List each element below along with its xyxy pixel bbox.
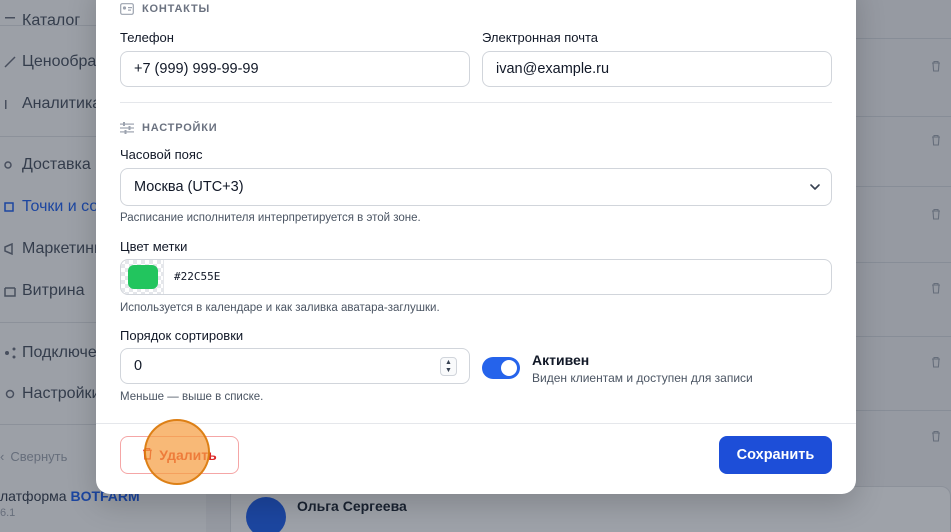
section-divider: [120, 102, 832, 103]
active-label: Активен: [532, 352, 590, 368]
section-title: КОНТАКТЫ: [142, 3, 211, 15]
email-value: ivan@example.ru: [496, 61, 610, 77]
active-toggle[interactable]: [482, 357, 520, 379]
sliders-icon: [120, 122, 134, 134]
section-title: НАСТРОЙКИ: [142, 122, 218, 134]
color-picker-button[interactable]: [121, 260, 164, 294]
delete-button[interactable]: Удалить: [120, 436, 239, 474]
delete-label: Удалить: [159, 447, 217, 463]
contact-card-icon: [120, 3, 134, 15]
sort-order-input[interactable]: 0 ▲ ▼: [120, 348, 470, 384]
phone-label: Телефон: [120, 30, 174, 45]
timezone-hint: Расписание исполнителя интерпретируется …: [120, 212, 421, 224]
email-label: Электронная почта: [482, 30, 599, 45]
footer-divider: [96, 423, 856, 424]
save-button[interactable]: Сохранить: [719, 436, 832, 474]
chevron-down-icon: [809, 181, 821, 193]
color-hex-value: #22C55E: [174, 270, 221, 283]
email-field[interactable]: ivan@example.ru: [482, 51, 832, 87]
save-label: Сохранить: [736, 447, 815, 463]
toggle-knob: [501, 360, 517, 376]
color-label: Цвет метки: [120, 239, 188, 254]
sort-hint: Меньше — выше в списке.: [120, 391, 264, 403]
edit-performer-dialog: КОНТАКТЫ Телефон +7 (999) 999-99-99 Элек…: [96, 0, 856, 494]
phone-field[interactable]: +7 (999) 999-99-99: [120, 51, 470, 87]
stepper-up-icon[interactable]: ▲: [445, 359, 452, 367]
trash-icon: [142, 447, 153, 463]
settings-section-header: НАСТРОЙКИ: [120, 122, 217, 134]
sort-value: 0: [134, 358, 143, 374]
number-stepper[interactable]: ▲ ▼: [440, 357, 457, 376]
timezone-value: Москва (UTC+3): [134, 179, 244, 195]
timezone-label: Часовой пояс: [120, 147, 203, 162]
color-swatch: [128, 265, 158, 289]
phone-value: +7 (999) 999-99-99: [134, 61, 259, 77]
stepper-down-icon[interactable]: ▼: [445, 367, 452, 375]
timezone-select[interactable]: Москва (UTC+3): [120, 168, 832, 206]
color-field[interactable]: #22C55E: [120, 259, 832, 295]
contacts-section-header: КОНТАКТЫ: [120, 3, 210, 15]
color-hint: Используется в календаре и как заливка а…: [120, 302, 440, 314]
sort-label: Порядок сортировки: [120, 328, 244, 343]
active-description: Виден клиентам и доступен для записи: [532, 371, 753, 385]
